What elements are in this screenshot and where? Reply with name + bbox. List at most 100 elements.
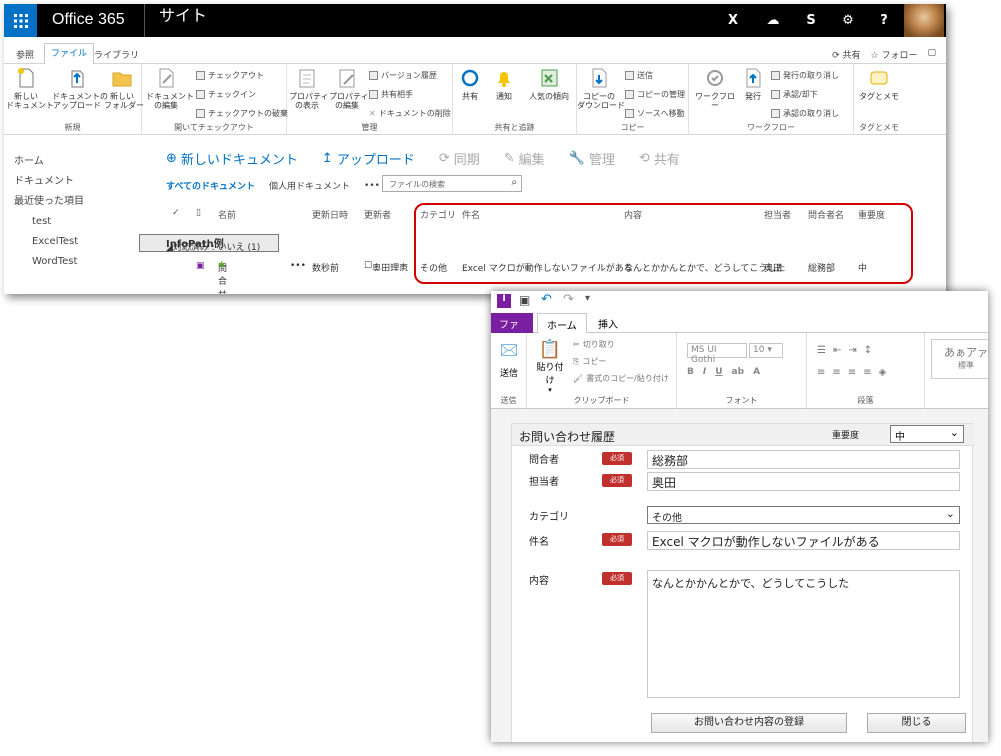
tab-home[interactable]: ホーム <box>537 313 587 334</box>
new-document-command[interactable]: ⊕ 新しいドキュメント <box>166 149 298 168</box>
save-icon[interactable]: ▣ <box>519 293 530 307</box>
approve-reject-button[interactable]: 承認/却下 <box>771 89 818 100</box>
priority-select[interactable]: 中 ⌄ <box>890 425 964 443</box>
view-properties-button[interactable]: プロパティ の表示 <box>289 67 329 110</box>
font-name-select[interactable]: MS UI Gothi <box>687 343 747 365</box>
view-all-documents[interactable]: すべてのドキュメント <box>166 179 255 192</box>
decrease-indent-icon[interactable]: ⇤ <box>833 345 841 356</box>
shared-with-button[interactable]: 共有相手 <box>369 89 413 100</box>
edit-properties-button[interactable]: プロパティ の編集 <box>329 67 369 110</box>
view-my-documents[interactable]: 個人用ドキュメント <box>269 179 350 192</box>
avatar[interactable] <box>904 4 944 37</box>
edit-document-button[interactable]: ドキュメント の編集 <box>146 67 194 110</box>
align-left-icon[interactable]: ≡ <box>817 367 825 378</box>
app-launcher-icon[interactable] <box>4 4 37 37</box>
col-modified-by[interactable]: 更新者 <box>364 208 391 221</box>
view-more[interactable]: ••• <box>364 181 380 191</box>
line-spacing-icon[interactable]: ↕ <box>864 345 872 356</box>
unpublish-button[interactable]: 発行の取り消し <box>771 70 839 81</box>
share-link[interactable]: ⟳ 共有 <box>832 48 860 61</box>
nav-documents[interactable]: ドキュメント <box>14 174 84 194</box>
cancel-approval-button[interactable]: 承認の取り消し <box>771 108 839 119</box>
edit-command[interactable]: ✎ 編集 <box>504 149 545 168</box>
group-header[interactable]: ◢対応済み : いいえ (1) <box>166 240 260 253</box>
font-color-button[interactable]: A <box>753 367 760 377</box>
bullets-icon[interactable]: ☰ <box>817 345 826 356</box>
send-to-button[interactable]: 送信 <box>625 70 653 81</box>
col-name[interactable]: 名前 <box>218 208 236 221</box>
search-icon[interactable]: ⌕ <box>511 177 517 188</box>
follow-link[interactable]: ☆ フォロー <box>871 48 918 61</box>
alert-button[interactable]: 通知 <box>491 67 517 101</box>
sync-command[interactable]: ⟳ 同期 <box>439 149 480 168</box>
align-right-icon[interactable]: ≡ <box>848 367 856 378</box>
download-copy-button[interactable]: コピーの ダウンロード <box>577 67 625 110</box>
col-modified[interactable]: 更新日時 <box>312 208 348 221</box>
subject-field[interactable]: Excel マクロが動作しないファイルがある <box>647 531 960 550</box>
row-modified-by[interactable]: ☐ 奥田理恵 <box>364 261 416 271</box>
customize-qat-icon[interactable]: ▾ <box>585 293 590 304</box>
style-normal[interactable]: あぁアァ 標準 <box>931 339 988 379</box>
goto-source-button[interactable]: ソースへ移動 <box>625 108 685 119</box>
format-painter-button[interactable]: 🖌 書式のコピー/貼り付け <box>573 373 669 384</box>
delete-document-button[interactable]: ✕ ドキュメントの削除 <box>369 108 451 119</box>
checkin-button[interactable]: チェックイン <box>196 89 256 100</box>
row-menu-button[interactable]: ••• <box>290 261 306 271</box>
discard-checkout-button[interactable]: チェックアウトの破棄 <box>196 108 288 119</box>
bold-button[interactable]: B <box>687 367 694 377</box>
increase-indent-icon[interactable]: ⇥ <box>848 345 856 356</box>
paste-button[interactable]: 📋 貼り付け ▾ <box>533 339 567 394</box>
checkout-button[interactable]: チェックアウト <box>196 70 264 81</box>
nav-test[interactable]: test <box>14 214 84 234</box>
assignee-field[interactable]: 奥田 <box>647 472 960 491</box>
category-select[interactable]: その他 ⌄ <box>647 506 960 524</box>
copy-button[interactable]: ⎘ コピー <box>573 356 606 367</box>
tab-insert[interactable]: 挿入 <box>589 313 627 333</box>
onedrive-icon[interactable]: ☁ <box>756 4 790 37</box>
sharepoint-icon[interactable]: S <box>794 4 828 37</box>
nav-home[interactable]: ホーム <box>14 154 84 174</box>
tab-files[interactable]: ファイル <box>44 43 95 65</box>
help-icon[interactable]: ? <box>867 4 901 37</box>
nav-recent[interactable]: 最近使った項目 <box>14 194 84 214</box>
tab-library[interactable]: ライブラリ <box>88 46 145 63</box>
nav-exceltest[interactable]: ExcelTest <box>14 234 84 254</box>
excel-icon[interactable]: X <box>716 4 750 37</box>
site-name[interactable]: サイト <box>144 4 207 37</box>
content-textarea[interactable]: なんとかかんとかで、どうしてこうした <box>647 570 960 698</box>
upload-command[interactable]: ↥ アップロード <box>322 149 415 168</box>
submit-inquiry-button[interactable]: お問い合わせ内容の登録 <box>651 713 847 733</box>
new-folder-button[interactable]: 新しい フォルダー <box>104 67 144 110</box>
version-history-button[interactable]: バージョン履歴 <box>369 70 437 81</box>
gear-icon[interactable]: ⚙ <box>831 4 865 37</box>
shading-icon[interactable]: ◈ <box>879 367 887 378</box>
nav-wordtest[interactable]: WordTest <box>14 254 84 274</box>
tab-file[interactable]: ファイル <box>491 313 533 346</box>
share-button[interactable]: 共有 <box>459 67 481 101</box>
focus-icon[interactable]: ▢ <box>927 48 936 61</box>
cut-button[interactable]: ✂ 切り取り <box>573 339 615 350</box>
share-command[interactable]: ⟲ 共有 <box>639 149 680 168</box>
search-input[interactable]: ファイルの検索 ⌕ <box>382 175 522 192</box>
select-all-checkbox[interactable]: ✓ <box>172 208 180 218</box>
tab-browse[interactable]: 参照 <box>10 46 40 63</box>
inquirer-field[interactable]: 総務部 <box>647 450 960 469</box>
app-name[interactable]: Office 365 <box>52 11 125 29</box>
workflows-button[interactable]: ワークフロー <box>693 67 737 110</box>
italic-button[interactable]: I <box>703 367 706 377</box>
justify-icon[interactable]: ≡ <box>863 367 871 378</box>
redo-icon[interactable]: ↷ <box>563 292 574 307</box>
underline-button[interactable]: U <box>715 367 722 377</box>
upload-document-button[interactable]: ドキュメントの アップロード <box>52 67 108 110</box>
send-button[interactable]: 🖂 送信 <box>495 339 523 379</box>
undo-icon[interactable]: ↶ <box>541 292 552 307</box>
manage-copies-button[interactable]: コピーの管理 <box>625 89 685 100</box>
publish-button[interactable]: 発行 <box>741 67 765 101</box>
manage-command[interactable]: 🔧 管理 <box>569 149 615 168</box>
popularity-trends-button[interactable]: 人気の傾向 <box>525 67 573 101</box>
highlight-button[interactable]: ab <box>732 367 745 377</box>
font-size-select[interactable]: 10 ▾ <box>749 343 783 358</box>
new-document-button[interactable]: 新しい ドキュメント <box>6 67 54 110</box>
close-button[interactable]: 閉じる <box>867 713 966 733</box>
tags-notes-button[interactable]: タグとメモ <box>856 67 902 101</box>
